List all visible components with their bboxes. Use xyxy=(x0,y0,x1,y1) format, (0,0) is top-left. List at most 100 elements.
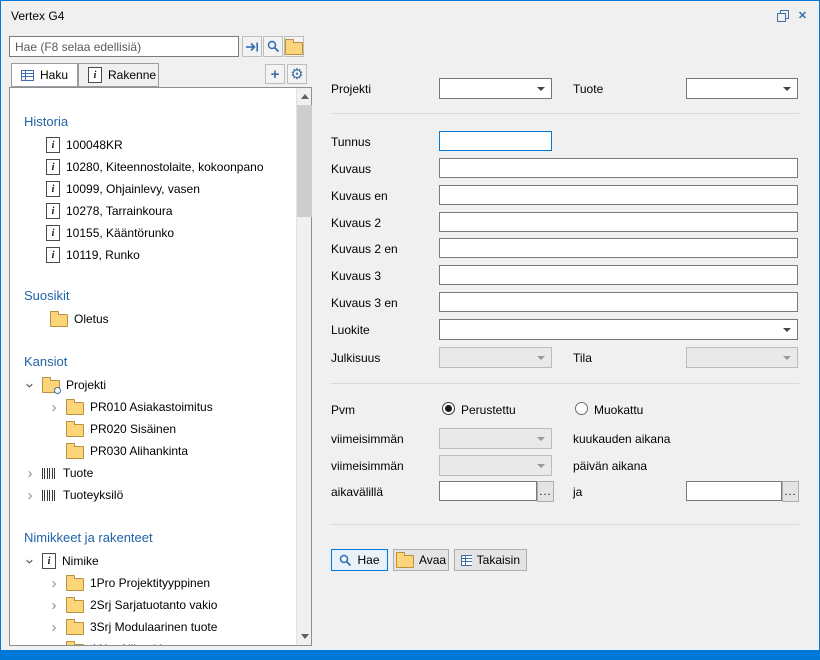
aikavalilla-label: aikavälillä xyxy=(331,485,383,499)
avaa-button[interactable]: Avaa xyxy=(393,549,449,571)
search-button[interactable] xyxy=(263,36,283,57)
tree-item-label: Tuote xyxy=(63,466,93,480)
restore-icon xyxy=(777,10,789,22)
tree-item-pr020[interactable]: PR020 Sisäinen xyxy=(10,418,296,440)
kuvaus2-en-input[interactable] xyxy=(439,238,798,258)
tree-item-2srj[interactable]: 2Srj Sarjatuotanto vakio xyxy=(10,594,296,616)
document-info-icon xyxy=(46,247,60,263)
tree-item-history-2[interactable]: 10099, Ohjainlevy, vasen xyxy=(10,178,296,200)
tab-rakenne[interactable]: Rakenne xyxy=(78,63,159,87)
kuvaus-en-label: Kuvaus en xyxy=(331,189,388,203)
open-folder-button[interactable] xyxy=(284,36,304,57)
tree-item-3srj[interactable]: 3Srj Modulaarinen tuote xyxy=(10,616,296,638)
tree-item-history-0[interactable]: 100048KR xyxy=(10,134,296,156)
tree-item-1pro[interactable]: 1Pro Projektityyppinen xyxy=(10,572,296,594)
scrollbar-thumb[interactable] xyxy=(297,105,312,217)
chevron-right-icon[interactable] xyxy=(48,576,60,591)
chevron-right-icon[interactable] xyxy=(48,642,60,646)
chevron-down-icon[interactable] xyxy=(23,555,38,567)
scroll-down-arrow[interactable] xyxy=(297,628,312,645)
chevron-down-icon[interactable] xyxy=(23,379,38,391)
tree-item-label: 2Srj Sarjatuotanto vakio xyxy=(90,598,217,612)
tree-item-oletus[interactable]: Oletus xyxy=(10,308,296,330)
projekti-combobox[interactable] xyxy=(439,78,552,99)
ja-label: ja xyxy=(573,485,582,499)
tree-item-history-3[interactable]: 10278, Tarrainkoura xyxy=(10,200,296,222)
tuote-combobox[interactable] xyxy=(686,78,798,99)
tree-item-label: 10099, Ohjainlevy, vasen xyxy=(66,182,200,196)
kuvaus3-input[interactable] xyxy=(439,265,798,285)
aikavalilla-alku-input[interactable] xyxy=(439,481,537,501)
separator xyxy=(331,383,799,384)
restore-button[interactable] xyxy=(774,8,791,23)
kuvaus-en-input[interactable] xyxy=(439,185,798,205)
chevron-right-icon[interactable] xyxy=(24,488,36,503)
julkisuus-label: Julkisuus xyxy=(331,351,380,365)
kuvaus2-label: Kuvaus 2 xyxy=(331,216,381,230)
tree-item-tuoteyksilo[interactable]: Tuoteyksilö xyxy=(10,484,296,506)
info-icon xyxy=(88,67,102,83)
tree-item-nimike[interactable]: Nimike xyxy=(10,550,296,572)
tab-haku-label: Haku xyxy=(40,68,68,82)
kuvaus2-input[interactable] xyxy=(439,212,798,232)
tree-scrollbar[interactable] xyxy=(296,88,311,645)
tree-item-projekti[interactable]: Projekti xyxy=(10,374,296,396)
tree-item-label: Projekti xyxy=(66,378,106,392)
barcode-icon xyxy=(42,490,57,501)
tab-haku[interactable]: Haku xyxy=(11,63,78,87)
tree-item-pr010[interactable]: PR010 Asiakastoimitus xyxy=(10,396,296,418)
search-input[interactable] xyxy=(9,36,239,57)
separator xyxy=(331,113,799,114)
search-go-button[interactable] xyxy=(242,36,262,57)
tree-item-label: PR010 Asiakastoimitus xyxy=(90,400,213,414)
project-folder-icon xyxy=(42,380,60,393)
tree-item-label: 4Alm Alihankinta xyxy=(90,642,179,645)
document-info-icon xyxy=(46,181,60,197)
viimeisimman-kuukausi-label: viimeisimmän xyxy=(331,432,404,446)
settings-button[interactable] xyxy=(287,64,307,84)
tree-item-history-4[interactable]: 10155, Kääntörunko xyxy=(10,222,296,244)
add-tab-button[interactable] xyxy=(265,64,285,84)
scroll-up-arrow[interactable] xyxy=(297,88,312,105)
tree-item-tuote[interactable]: Tuote xyxy=(10,462,296,484)
tree-item-label: 1Pro Projektityyppinen xyxy=(90,576,210,590)
close-button[interactable] xyxy=(794,8,811,23)
chevron-right-icon[interactable] xyxy=(48,620,60,635)
document-info-icon xyxy=(46,137,60,153)
arrow-right-icon xyxy=(245,41,259,53)
pvm-label: Pvm xyxy=(331,403,355,417)
perustettu-radio[interactable] xyxy=(442,402,455,415)
kuvaus-input[interactable] xyxy=(439,158,798,178)
takaisin-button-label: Takaisin xyxy=(477,553,520,567)
chevron-right-icon[interactable] xyxy=(48,598,60,613)
kuvaus3-en-input[interactable] xyxy=(439,292,798,312)
tunnus-label: Tunnus xyxy=(331,135,371,149)
tree-item-history-1[interactable]: 10280, Kiteennostolaite, kokoonpano xyxy=(10,156,296,178)
chevron-right-icon[interactable] xyxy=(48,400,60,415)
aikavalilla-loppu-input[interactable] xyxy=(686,481,782,501)
chevron-right-icon[interactable] xyxy=(24,466,36,481)
kuvaus3-label: Kuvaus 3 xyxy=(331,269,381,283)
tree-item-label: 100048KR xyxy=(66,138,123,152)
luokite-combobox[interactable] xyxy=(439,319,798,340)
date-picker-end-button[interactable]: ... xyxy=(782,481,799,502)
tree-item-label: Nimike xyxy=(62,554,99,568)
muokattu-radio[interactable] xyxy=(575,402,588,415)
takaisin-button[interactable]: Takaisin xyxy=(454,549,527,571)
titlebar[interactable]: Vertex G4 xyxy=(1,1,819,31)
vertex-g4-window: Vertex G4 Haku xyxy=(0,0,820,660)
folder-icon xyxy=(66,446,84,459)
tree-item-history-5[interactable]: 10119, Runko xyxy=(10,244,296,266)
viimeisimman-kuukausi-combobox xyxy=(439,428,552,449)
tree-header-kansiot: Kansiot xyxy=(10,350,296,374)
tree-item-4alm[interactable]: 4Alm Alihankinta xyxy=(10,638,296,645)
magnifier-icon xyxy=(267,40,280,53)
tunnus-input[interactable] xyxy=(439,131,552,151)
date-picker-start-button[interactable]: ... xyxy=(537,481,554,502)
hae-button[interactable]: Hae xyxy=(331,549,388,571)
folder-icon xyxy=(66,424,84,437)
tree-item-pr030[interactable]: PR030 Alihankinta xyxy=(10,440,296,462)
kuvaus3-en-label: Kuvaus 3 en xyxy=(331,296,398,310)
barcode-icon xyxy=(42,468,57,479)
folder-icon xyxy=(66,644,84,645)
